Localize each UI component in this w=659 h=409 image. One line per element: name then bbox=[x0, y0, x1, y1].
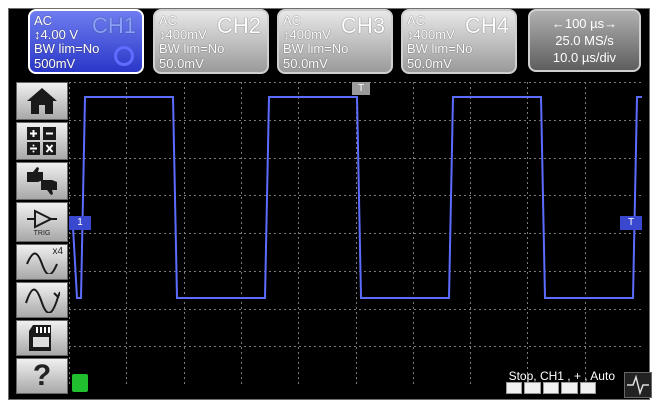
ch4-offset: ↕400mV bbox=[407, 27, 455, 42]
ch1-coupling: AC bbox=[34, 13, 53, 28]
ch1-offset: ↕4.00 V bbox=[34, 27, 79, 42]
ch3-scale: 50.0mV bbox=[283, 56, 328, 71]
home-icon bbox=[27, 88, 57, 114]
waveform-display: 1 T T bbox=[68, 82, 643, 385]
home-button[interactable] bbox=[16, 82, 68, 120]
ch3-name: CH3 bbox=[340, 13, 385, 38]
ch4-coupling: AC bbox=[407, 13, 426, 28]
help-icon: ? bbox=[32, 359, 52, 392]
ch2-bw: BW lim=No bbox=[159, 41, 225, 56]
ch4-name: CH4 bbox=[464, 13, 509, 38]
graticule bbox=[69, 82, 643, 385]
math-operators-icon bbox=[27, 127, 56, 155]
trigger-mode-icon[interactable] bbox=[624, 372, 652, 398]
ch3-bw: BW lim=No bbox=[283, 41, 349, 56]
channel-3-button[interactable]: AC ↕400mV BW lim=No 50.0mV CH3 bbox=[277, 9, 393, 74]
channel-on-icon bbox=[114, 46, 134, 66]
ch1-marker-label: 1 bbox=[77, 217, 83, 228]
channel-1-button[interactable]: AC ↕4.00 V BW lim=No 500mV CH1 bbox=[28, 9, 144, 74]
trigger-button[interactable]: TRIG bbox=[16, 202, 68, 242]
ch1-ground-marker[interactable]: 1 bbox=[69, 216, 91, 230]
autoset-button[interactable] bbox=[16, 282, 68, 318]
ch1-bw: BW lim=No bbox=[34, 41, 100, 56]
amplifier-icon bbox=[27, 208, 57, 229]
memory-button[interactable] bbox=[16, 320, 68, 356]
math-button[interactable] bbox=[16, 122, 68, 160]
measure-button[interactable] bbox=[16, 162, 68, 200]
ch4-bw: BW lim=No bbox=[407, 41, 473, 56]
trigger-level-label: T bbox=[627, 217, 635, 228]
sd-card-icon bbox=[29, 325, 51, 351]
help-button[interactable]: ? bbox=[16, 358, 68, 394]
ch2-offset: ↕400mV bbox=[159, 27, 207, 42]
trigger-level-marker[interactable]: T bbox=[620, 216, 642, 230]
battery-cell bbox=[506, 382, 523, 394]
battery-cell bbox=[524, 382, 541, 394]
trigger-marker-label: T bbox=[357, 83, 365, 94]
battery-cell bbox=[542, 382, 560, 394]
ch4-scale: 50.0mV bbox=[407, 56, 452, 71]
zoom-button[interactable]: x4 bbox=[16, 244, 68, 280]
sidebar: TRIG x4 ? bbox=[16, 82, 68, 394]
ch1-trace bbox=[68, 96, 642, 299]
ch3-coupling: AC bbox=[283, 13, 302, 28]
ch2-coupling: AC bbox=[159, 13, 178, 28]
battery-cell bbox=[579, 382, 597, 394]
trig-label: TRIG bbox=[33, 229, 51, 237]
thumbs-icon bbox=[27, 167, 57, 195]
ch1-scale: 500mV bbox=[34, 56, 76, 71]
timebase-button[interactable]: ←100 µs→ 25.0 MS/s 10.0 µs/div bbox=[528, 9, 641, 72]
channel-2-button[interactable]: AC ↕400mV BW lim=No 50.0mV CH2 bbox=[153, 9, 269, 74]
acquisition-status[interactable]: Stop, CH1 , + , Auto bbox=[460, 369, 615, 383]
battery-cell bbox=[561, 382, 578, 394]
time-per-div: 10.0 µs/div bbox=[552, 50, 617, 65]
ch3-offset: ↕400mV bbox=[283, 27, 331, 42]
sample-rate: 25.0 MS/s bbox=[555, 33, 614, 48]
ch1-name: CH1 bbox=[91, 13, 136, 38]
ch2-name: CH2 bbox=[216, 13, 261, 38]
trigger-delay: ←100 µs→ bbox=[551, 16, 618, 31]
multiplier-label: x4 bbox=[52, 246, 63, 257]
battery-indicator bbox=[506, 382, 597, 394]
trigger-position-marker[interactable]: T bbox=[352, 82, 370, 95]
channel-4-button[interactable]: AC ↕400mV BW lim=No 50.0mV CH4 bbox=[401, 9, 517, 74]
sd-storage-icon bbox=[72, 374, 88, 392]
autoset-wave-icon bbox=[25, 288, 60, 313]
ch2-scale: 50.0mV bbox=[159, 56, 204, 71]
